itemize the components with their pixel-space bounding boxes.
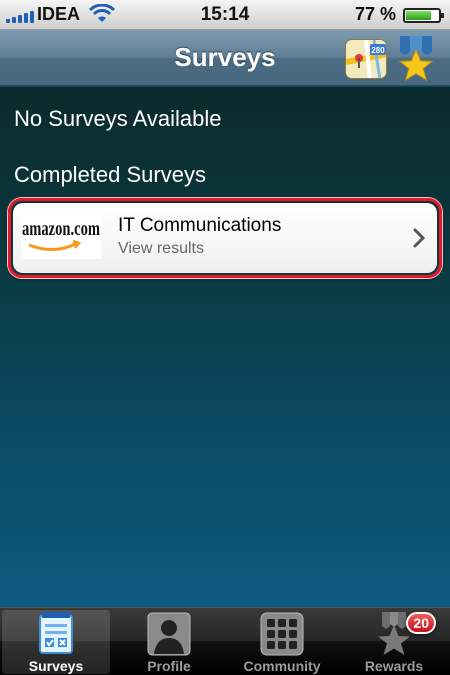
rewards-medal-button[interactable] <box>396 36 436 82</box>
tab-label-rewards: Rewards <box>364 658 424 674</box>
survey-row-body: amazon.com IT Communications View result… <box>13 203 437 273</box>
battery-icon <box>403 8 444 23</box>
navigation-bar: Surveys 280 <box>0 30 450 86</box>
rewards-badge: 20 <box>406 612 436 634</box>
person-icon <box>147 612 191 656</box>
grid-icon <box>260 612 304 656</box>
surveys-content: No Surveys Available Completed Surveys a… <box>0 87 450 607</box>
tab-surveys[interactable]: Surveys <box>2 610 110 674</box>
tab-label-profile: Profile <box>147 658 191 674</box>
no-surveys-message: No Surveys Available <box>14 106 222 131</box>
svg-text:280: 280 <box>371 46 385 55</box>
tab-label-community: Community <box>243 658 321 674</box>
battery-percent: 77 % <box>354 4 396 24</box>
battery-fill <box>406 11 431 20</box>
completed-surveys-heading: Completed Surveys <box>14 162 206 187</box>
survey-title: IT Communications <box>118 215 282 236</box>
medal-star-icon <box>398 36 434 82</box>
tab-rewards[interactable]: 20 Rewards <box>340 610 448 674</box>
survey-subtitle: View results <box>118 240 204 257</box>
tab-profile[interactable]: Profile <box>115 610 223 674</box>
amazon-logo-text: amazon.com <box>22 218 100 240</box>
status-bar: IDEA 15:14 77 % <box>0 0 450 30</box>
completed-survey-row[interactable]: amazon.com IT Communications View result… <box>8 198 442 278</box>
amazon-logo: amazon.com <box>21 213 101 259</box>
tab-bar: Surveys Profile Community 20 Rewards <box>0 607 450 675</box>
tab-label-surveys: Surveys <box>28 658 84 674</box>
map-icon: 280 <box>346 40 386 78</box>
tab-community[interactable]: Community <box>228 610 336 674</box>
clipboard-icon <box>39 612 73 654</box>
map-button[interactable]: 280 <box>345 39 387 79</box>
chevron-right-icon <box>413 228 425 248</box>
